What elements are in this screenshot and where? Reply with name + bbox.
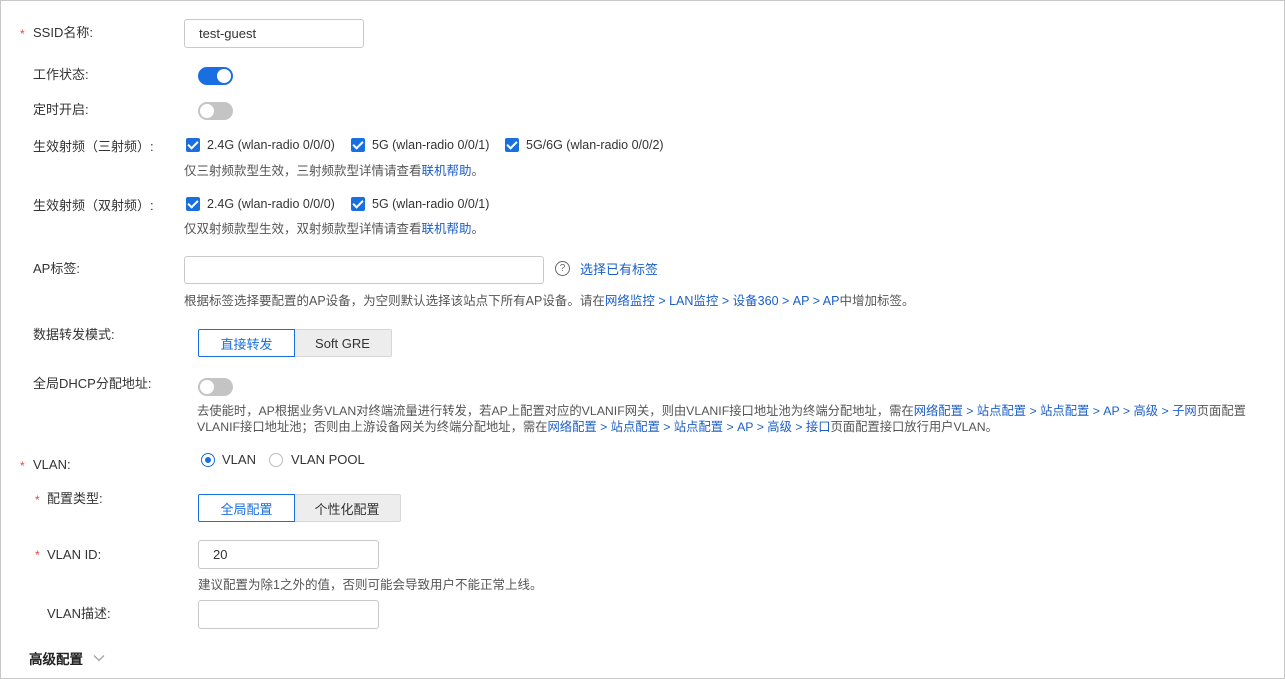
toggle-knob: [200, 380, 214, 394]
vlan-label: VLAN:: [33, 457, 71, 472]
radio-tri-5g-checkbox[interactable]: [351, 138, 365, 152]
radio-tri-hint: 仅三射频款型生效，三射频款型详情请查看联机帮助。: [184, 164, 485, 178]
form-panel: * SSID名称: 工作状态: 定时开启: 生效射频（三射频）: 2.4G (w…: [0, 0, 1285, 679]
work-status-toggle[interactable]: [198, 67, 233, 85]
ap-tag-label: AP标签:: [33, 261, 80, 276]
required-mark: *: [20, 459, 25, 473]
forward-mode-softgre[interactable]: Soft GRE: [294, 329, 392, 357]
vlan-id-hint: 建议配置为除1之外的值，否则可能会导致用户不能正常上线。: [198, 578, 543, 592]
subnet-link[interactable]: 网络配置 > 站点配置 > 站点配置 > AP > 高级 > 子网: [914, 404, 1197, 418]
advanced-config-toggle[interactable]: 高级配置: [29, 648, 105, 668]
ap-tag-input[interactable]: [184, 256, 544, 284]
radio-tri-label: 生效射频（三射频）:: [33, 139, 154, 154]
work-status-label: 工作状态:: [33, 67, 89, 82]
config-type-label: 配置类型:: [47, 491, 103, 506]
vlan-radio[interactable]: [201, 453, 215, 467]
online-help-link[interactable]: 联机帮助: [422, 164, 472, 178]
required-mark: *: [20, 27, 25, 41]
ssid-label: SSID名称:: [33, 25, 93, 40]
vlan-pool-radio-label: VLAN POOL: [291, 452, 365, 467]
dhcp-hint-line2: VLANIF接口地址池；否则由上游设备网关为终端分配地址，需在网络配置 > 站点…: [197, 420, 998, 434]
interface-link[interactable]: 网络配置 > 站点配置 > 站点配置 > AP > 高级 > 接口: [547, 420, 830, 434]
vlan-desc-label: VLAN描述:: [47, 606, 111, 621]
scheduled-label: 定时开启:: [33, 102, 89, 117]
radio-tri-56g-checkbox[interactable]: [505, 138, 519, 152]
required-mark: *: [35, 493, 40, 507]
forward-mode-label: 数据转发模式:: [33, 327, 115, 342]
dhcp-toggle[interactable]: [198, 378, 233, 396]
required-mark: *: [35, 548, 40, 562]
ssid-input[interactable]: [184, 19, 364, 48]
forward-mode-direct[interactable]: 直接转发: [198, 329, 295, 357]
dhcp-label: 全局DHCP分配地址:: [33, 376, 152, 391]
vlan-desc-input[interactable]: [198, 600, 379, 629]
online-help-link[interactable]: 联机帮助: [422, 222, 472, 236]
radio-dual-label: 生效射频（双射频）:: [33, 198, 154, 213]
config-type-custom[interactable]: 个性化配置: [294, 494, 401, 522]
radio-tri-24g-label: 2.4G (wlan-radio 0/0/0): [207, 138, 335, 152]
radio-dual-24g-checkbox[interactable]: [186, 197, 200, 211]
vlan-pool-radio[interactable]: [269, 453, 283, 467]
radio-tri-5g-label: 5G (wlan-radio 0/0/1): [372, 138, 490, 152]
radio-dual-hint: 仅双射频款型生效，双射频款型详情请查看联机帮助。: [184, 222, 485, 236]
ap-tag-hint: 根据标签选择要配置的AP设备，为空则默认选择该站点下所有AP设备。请在网络监控 …: [184, 294, 915, 308]
select-existing-tag-link[interactable]: 选择已有标签: [580, 261, 658, 279]
config-type-global[interactable]: 全局配置: [198, 494, 295, 522]
vlan-id-label: VLAN ID:: [47, 547, 102, 562]
scheduled-toggle[interactable]: [198, 102, 233, 120]
radio-tri-56g-label: 5G/6G (wlan-radio 0/0/2): [526, 138, 664, 152]
advanced-config-label: 高级配置: [29, 652, 83, 667]
radio-dual-5g-label: 5G (wlan-radio 0/0/1): [372, 197, 490, 211]
question-circle-icon[interactable]: ?: [555, 261, 570, 276]
vlan-radio-label: VLAN: [222, 452, 256, 467]
vlan-id-input[interactable]: [198, 540, 379, 569]
chevron-down-icon: [93, 655, 105, 662]
radio-dual-5g-checkbox[interactable]: [351, 197, 365, 211]
toggle-knob: [200, 104, 214, 118]
lan-monitor-link[interactable]: 网络监控 > LAN监控 > 设备360 > AP > AP: [605, 294, 840, 308]
toggle-knob: [217, 69, 231, 83]
radio-dual-24g-label: 2.4G (wlan-radio 0/0/0): [207, 197, 335, 211]
radio-tri-24g-checkbox[interactable]: [186, 138, 200, 152]
